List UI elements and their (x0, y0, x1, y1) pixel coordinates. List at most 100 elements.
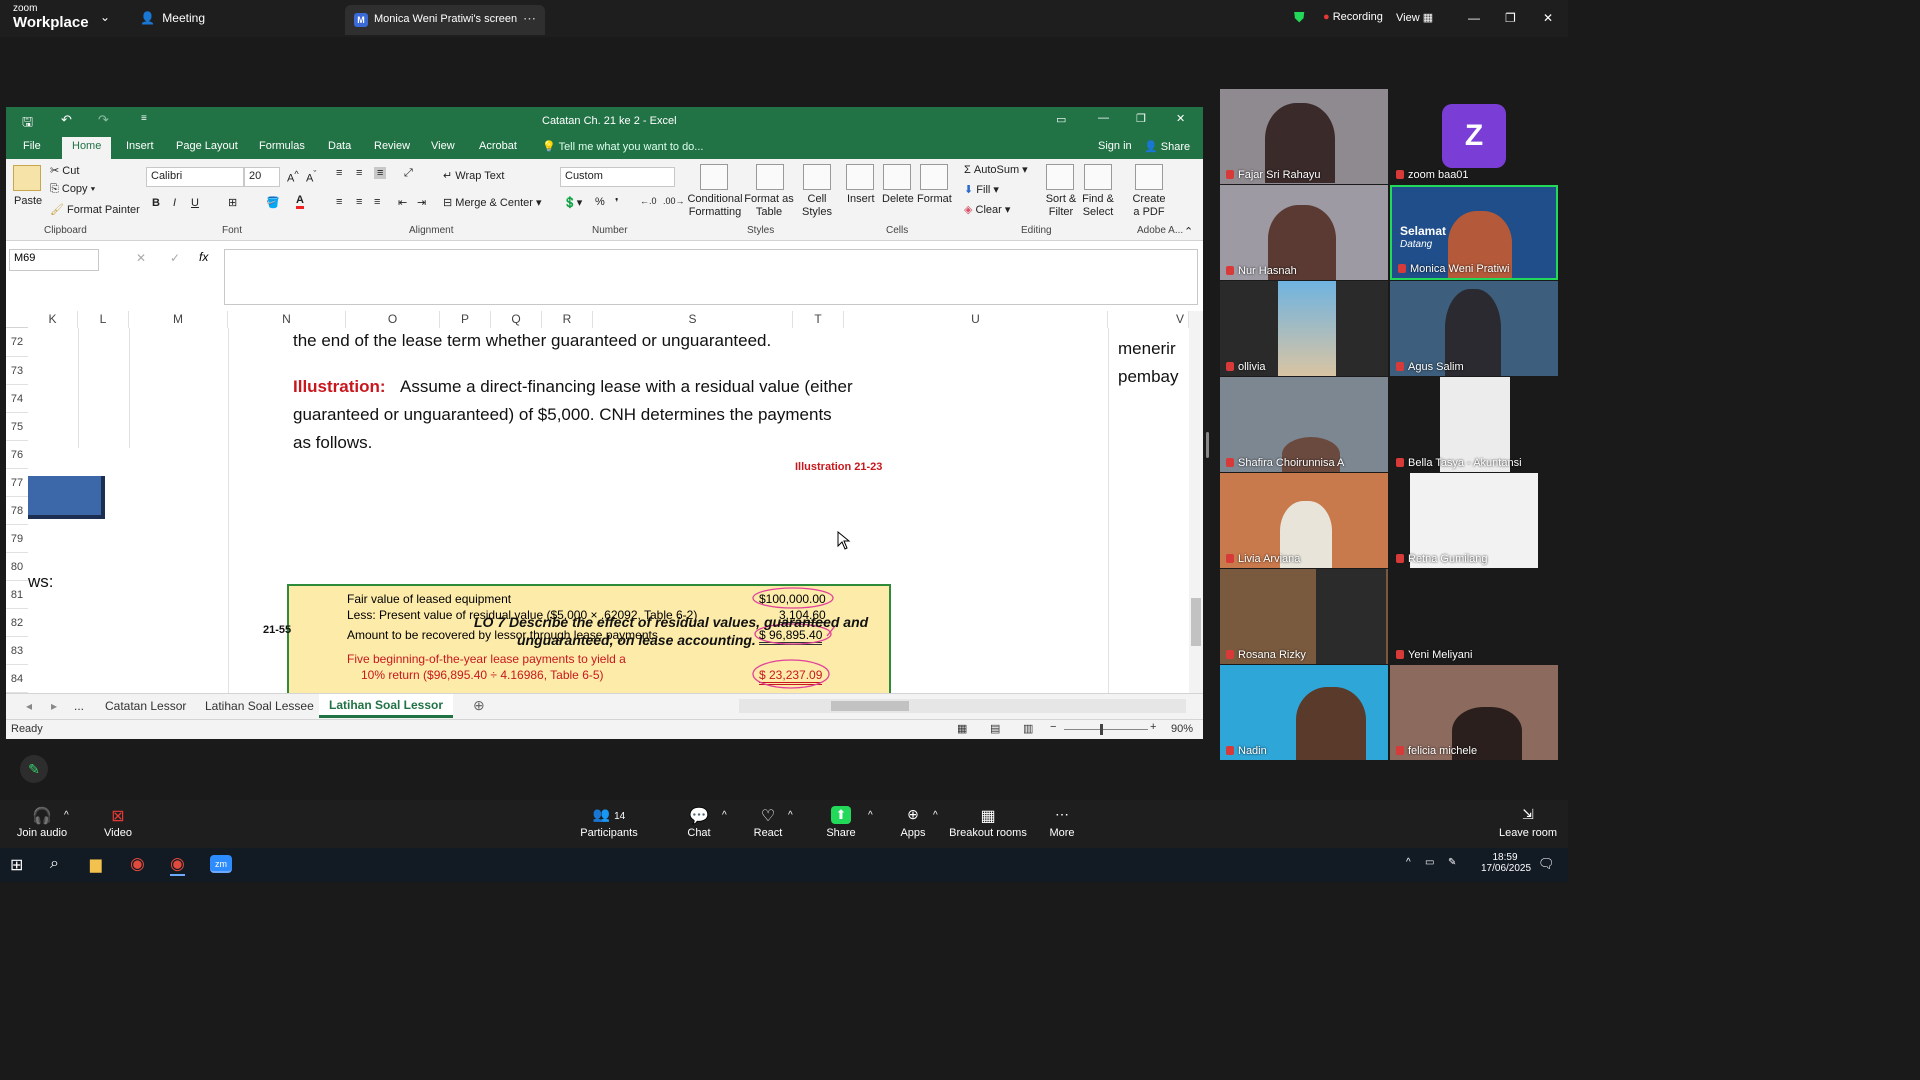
cut-button[interactable]: ✂ Cut (50, 164, 79, 177)
paste-button[interactable]: Paste (14, 195, 42, 207)
delete-cells-icon[interactable] (883, 164, 911, 190)
insert-cells-icon[interactable] (846, 164, 874, 190)
video-button[interactable]: ⊠ Video (83, 806, 153, 839)
tab-insert[interactable]: Insert (126, 140, 154, 152)
col-header-s[interactable]: S (593, 311, 793, 328)
col-header-p[interactable]: P (440, 311, 491, 328)
chrome-icon[interactable]: ◉ (130, 854, 145, 874)
undo-icon[interactable]: ↶ (61, 112, 72, 128)
fill-color-button[interactable]: 🪣 (266, 196, 280, 209)
tab-review[interactable]: Review (374, 140, 410, 152)
row-header[interactable]: 81 (6, 581, 28, 609)
sheet-tab-more[interactable]: ... (74, 699, 84, 713)
format-cells-button[interactable]: Format (917, 193, 952, 205)
orientation-icon[interactable]: ⤢ (404, 167, 413, 180)
clock[interactable]: 18:59 17/06/2025 (1481, 852, 1531, 874)
comma-style-icon[interactable]: ❜ (615, 196, 619, 209)
autosum-button[interactable]: Σ AutoSum ▾ (964, 163, 1028, 176)
format-cells-icon[interactable] (920, 164, 948, 190)
chevron-up-icon[interactable]: ^ (868, 810, 873, 821)
col-header-n[interactable]: N (228, 311, 346, 328)
tab-acrobat[interactable]: Acrobat (479, 140, 517, 152)
video-tile[interactable]: felicia michele (1390, 665, 1558, 760)
cell-styles-icon[interactable] (803, 164, 831, 190)
sign-in-link[interactable]: Sign in (1098, 140, 1132, 152)
align-left-icon[interactable]: ≡ (336, 196, 342, 208)
font-size-select[interactable]: 20 (244, 167, 280, 187)
video-tile[interactable]: Fajar Sri Rahayu (1220, 89, 1388, 184)
font-color-button[interactable]: A (296, 194, 304, 209)
page-layout-view-icon[interactable]: ▤ (990, 722, 1000, 735)
tell-me-box[interactable]: 💡 Tell me what you want to do... (542, 140, 703, 153)
more-options-icon[interactable]: ⋯ (523, 11, 536, 27)
align-middle-icon[interactable]: ≡ (356, 167, 362, 179)
font-name-select[interactable]: Calibri (146, 167, 244, 187)
col-header-m[interactable]: M (129, 311, 228, 328)
row-header[interactable]: 83 (6, 637, 28, 665)
file-explorer-icon[interactable]: ▆ (90, 855, 102, 873)
zoom-slider[interactable] (1064, 724, 1148, 735)
chevron-up-icon[interactable]: ^ (722, 810, 727, 821)
maximize-icon[interactable]: ❐ (1505, 11, 1516, 25)
video-tile-active-speaker[interactable]: Selamat Datang Monica Weni Pratiwi (1390, 185, 1558, 280)
chevron-up-icon[interactable]: ^ (64, 810, 69, 821)
video-tile[interactable]: Livia Arviana (1220, 473, 1388, 568)
meeting-tab[interactable]: 👤 Meeting (140, 11, 205, 25)
h-scroll-thumb[interactable] (831, 701, 909, 711)
col-header-k[interactable]: K (28, 311, 78, 328)
sheet-tab[interactable]: Catatan Lessor (105, 699, 186, 713)
align-top-icon[interactable]: ≡ (336, 167, 342, 179)
zoom-slider-thumb[interactable] (1100, 724, 1103, 735)
fill-button[interactable]: ⬇ Fill ▾ (964, 183, 999, 196)
excel-restore-icon[interactable]: ❐ (1136, 112, 1146, 125)
sheet-tab[interactable]: Latihan Soal Lessee (205, 699, 314, 713)
next-sheet-icon[interactable]: ▸ (51, 699, 57, 713)
col-header-q[interactable]: Q (491, 311, 542, 328)
sheet-tab-active[interactable]: Latihan Soal Lessor (319, 694, 454, 718)
row-header[interactable]: 74 (6, 385, 28, 413)
italic-button[interactable]: I (173, 197, 176, 209)
create-pdf-button[interactable]: Create a PDF (1129, 193, 1169, 219)
save-icon[interactable]: 🖫 (22, 113, 33, 135)
redo-icon[interactable]: ↷ (98, 112, 109, 128)
horizontal-scrollbar[interactable] (739, 699, 1186, 713)
excel-close-icon[interactable]: ✕ (1176, 112, 1185, 125)
zoom-in-icon[interactable]: + (1150, 721, 1156, 733)
percent-icon[interactable]: % (595, 196, 605, 208)
breakout-rooms-button[interactable]: ▦ Breakout rooms (948, 806, 1028, 839)
leave-room-button[interactable]: ⇲ Leave room (1493, 806, 1563, 839)
row-header[interactable]: 77 (6, 469, 28, 497)
annotate-pen-icon[interactable]: ✎ (20, 755, 48, 783)
insert-cells-button[interactable]: Insert (847, 193, 875, 205)
zoom-level[interactable]: 90% (1171, 723, 1193, 735)
row-header[interactable]: 80 (6, 553, 28, 581)
row-header[interactable]: 73 (6, 357, 28, 385)
shrink-font-button[interactable]: Aˇ (306, 169, 316, 185)
col-header-r[interactable]: R (542, 311, 593, 328)
wrap-text-button[interactable]: ↵ Wrap Text (443, 169, 504, 182)
view-menu[interactable]: View ▦ (1396, 11, 1433, 24)
sort-filter-button[interactable]: Sort & Filter (1042, 193, 1080, 219)
tab-file[interactable]: File (23, 140, 41, 152)
search-icon[interactable]: ⌕ (50, 855, 59, 873)
share-button[interactable]: 👤 Share (1144, 140, 1190, 153)
tray-chevron-icon[interactable]: ^ (1406, 857, 1411, 868)
tab-data[interactable]: Data (328, 140, 351, 152)
format-painter-button[interactable]: 🖌 Format Painter (50, 203, 140, 216)
scroll-thumb[interactable] (1191, 598, 1201, 646)
cell-styles-button[interactable]: Cell Styles (798, 193, 836, 219)
normal-view-icon[interactable]: ▦ (957, 722, 967, 735)
conditional-formatting-button[interactable]: Conditional Formatting (684, 193, 746, 219)
share-tab[interactable]: M Monica Weni Pratiwi's screen ⋯ (345, 5, 545, 35)
sort-filter-icon[interactable] (1046, 164, 1074, 190)
tab-formulas[interactable]: Formulas (259, 140, 305, 152)
find-select-button[interactable]: Find & Select (1078, 193, 1118, 219)
close-icon[interactable]: ✕ (1543, 11, 1553, 25)
zoom-app-icon[interactable]: zm (210, 855, 232, 873)
worksheet-grid[interactable]: K L M N O P Q R S T U V 72 73 74 75 76 7… (6, 311, 1189, 693)
video-tile[interactable]: Rosana Rizky (1220, 569, 1388, 664)
row-header[interactable]: 78 (6, 497, 28, 525)
number-format-select[interactable]: Custom (560, 167, 675, 187)
chevron-up-icon[interactable]: ^ (933, 810, 938, 821)
col-header-l[interactable]: L (78, 311, 129, 328)
